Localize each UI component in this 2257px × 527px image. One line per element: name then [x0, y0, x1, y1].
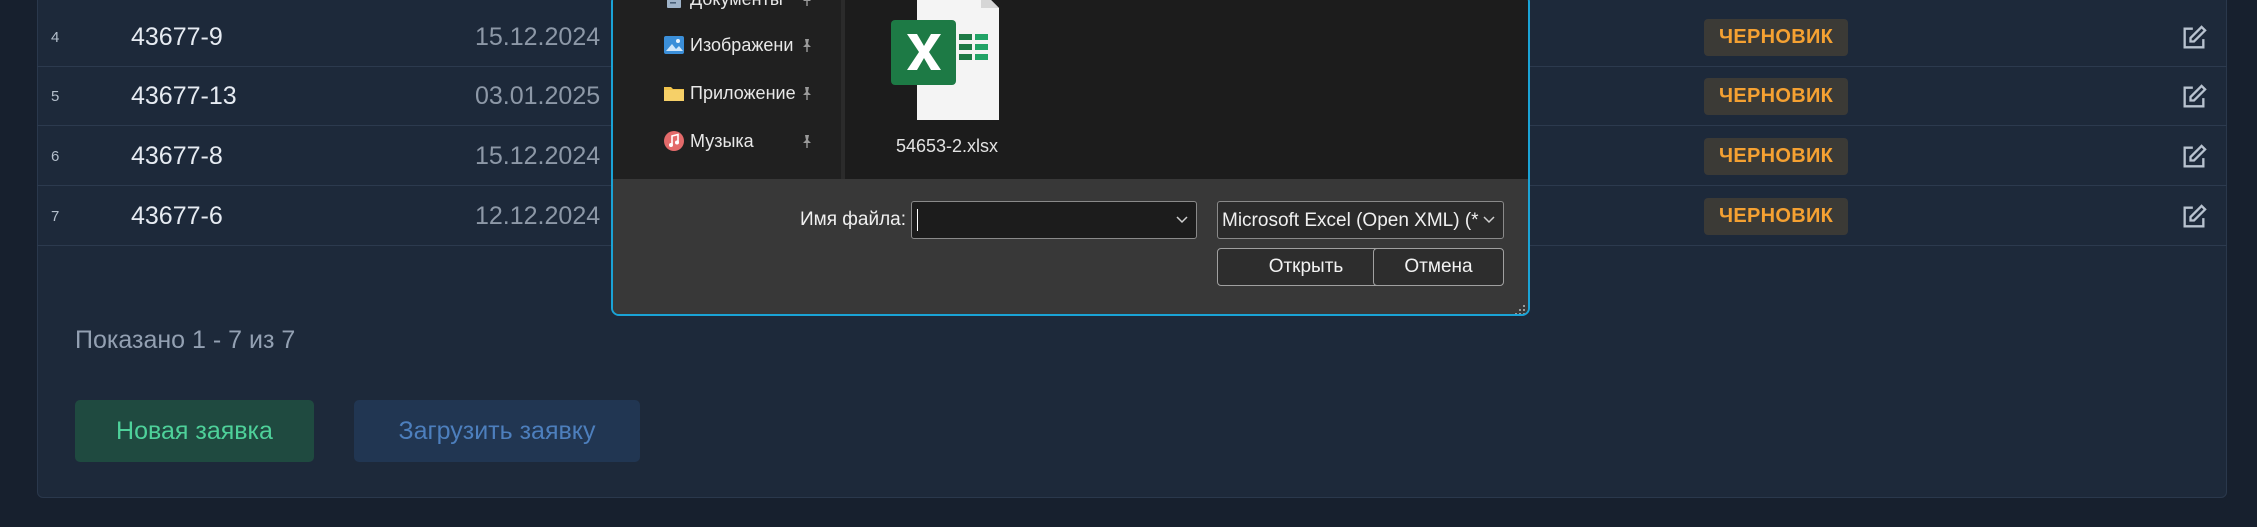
- upload-request-button[interactable]: Загрузить заявку: [354, 400, 640, 462]
- text-caret: [917, 209, 918, 231]
- row-number: 7: [51, 208, 60, 225]
- nav-item-label: Изображени: [690, 34, 794, 55]
- status-badge: ЧЕРНОВИК: [1704, 19, 1849, 56]
- filename-label: Имя файла:: [800, 209, 907, 230]
- request-date: 12.12.2024: [475, 202, 601, 230]
- request-date: 03.01.2025: [475, 82, 601, 110]
- music-icon: [664, 131, 684, 151]
- resize-grip-icon[interactable]: [1512, 302, 1526, 316]
- edit-icon[interactable]: [2180, 83, 2208, 111]
- navigation-pane: Документы Изображени Приложение Музыка: [613, 0, 843, 179]
- request-code: 43677-13: [131, 82, 237, 110]
- open-button[interactable]: Открыть: [1217, 248, 1395, 286]
- request-code: 43677-9: [131, 23, 223, 51]
- pin-icon: [803, 135, 811, 148]
- chevron-down-icon[interactable]: [1174, 211, 1190, 227]
- status-badge: ЧЕРНОВИК: [1704, 78, 1849, 115]
- edit-icon[interactable]: [2180, 24, 2208, 52]
- filetype-value: Microsoft Excel (Open XML) (*: [1222, 210, 1479, 231]
- chevron-down-icon: [1483, 216, 1495, 224]
- pin-icon: [803, 87, 811, 100]
- request-date: 15.12.2024: [475, 23, 601, 51]
- folder-icon: [664, 87, 684, 101]
- pin-icon: [803, 39, 811, 52]
- row-number: 6: [51, 148, 60, 165]
- row-number: 4: [51, 29, 60, 46]
- documents-icon: [667, 0, 681, 8]
- file-name: 54653-2.xlsx: [895, 136, 999, 156]
- nav-item-applications[interactable]: Приложение: [663, 78, 796, 108]
- edit-icon[interactable]: [2180, 203, 2208, 231]
- nav-item-label: Документы: [690, 0, 783, 10]
- nav-item-label: Музыка: [690, 130, 754, 151]
- nav-item-music[interactable]: Музыка: [663, 126, 754, 156]
- pictures-icon: [664, 36, 684, 54]
- request-code: 43677-6: [131, 202, 223, 230]
- nav-item-label: Приложение: [690, 82, 796, 103]
- excel-file-icon: [891, 0, 999, 120]
- dialog-bottom-bar: Имя файла: Microsoft Excel (Open XML) (*…: [613, 179, 1528, 316]
- filetype-select[interactable]: Microsoft Excel (Open XML) (*: [1217, 201, 1504, 239]
- pin-icon: [803, 0, 811, 6]
- file-list: 54653-2.xlsx: [851, 0, 1528, 179]
- file-item[interactable]: 54653-2.xlsx: [851, 0, 1071, 179]
- edit-icon[interactable]: [2180, 143, 2208, 171]
- status-badge: ЧЕРНОВИК: [1704, 138, 1849, 175]
- file-open-dialog: Документы Изображени Приложение Музыка: [611, 0, 1530, 316]
- request-date: 15.12.2024: [475, 142, 601, 170]
- status-badge: ЧЕРНОВИК: [1704, 198, 1849, 235]
- new-request-button[interactable]: Новая заявка: [75, 400, 314, 462]
- row-number: 5: [51, 88, 60, 105]
- request-code: 43677-8: [131, 142, 223, 170]
- pagination-summary: Показано 1 - 7 из 7: [75, 326, 296, 354]
- dialog-content-area: Документы Изображени Приложение Музыка: [613, 0, 1528, 179]
- navigation-scrollbar[interactable]: [841, 0, 845, 179]
- filename-input[interactable]: [911, 201, 1197, 239]
- nav-item-documents[interactable]: Документы: [663, 0, 783, 14]
- cancel-button[interactable]: Отмена: [1373, 248, 1504, 286]
- nav-item-pictures[interactable]: Изображени: [663, 30, 793, 60]
